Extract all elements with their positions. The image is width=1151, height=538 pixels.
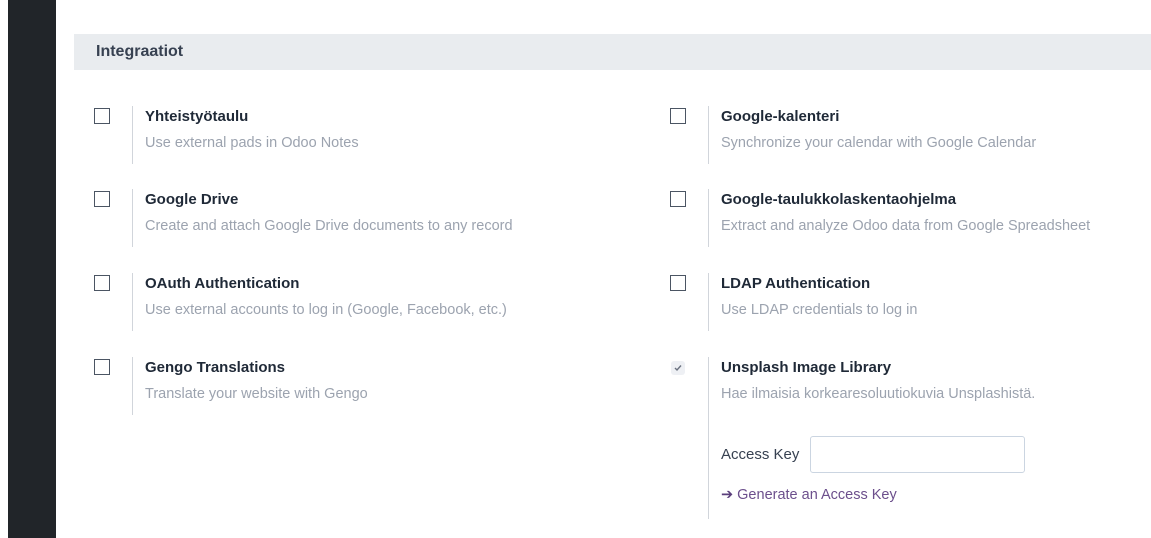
section-header: Integraatiot [74, 34, 1151, 70]
google-drive-checkbox[interactable] [94, 191, 110, 207]
checkmark-icon [674, 365, 682, 372]
setting-title: Unsplash Image Library [721, 359, 892, 376]
setting-divider [708, 357, 709, 519]
setting-description: Create and attach Google Drive documents… [145, 218, 513, 234]
setting-divider [708, 189, 709, 247]
yhteistyotaulu-checkbox[interactable] [94, 108, 110, 124]
generate-access-key-link[interactable]: ➔ Generate an Access Key [721, 487, 897, 503]
setting-title: Google-taulukkolaskentaohjelma [721, 191, 957, 208]
google-spreadsheet-checkbox[interactable] [670, 191, 686, 207]
setting-title: LDAP Authentication [721, 275, 871, 292]
setting-divider [132, 357, 133, 415]
setting-divider [132, 106, 133, 164]
setting-divider [708, 106, 709, 164]
ldap-checkbox[interactable] [670, 275, 686, 291]
setting-description: Translate your website with Gengo [145, 386, 368, 402]
setting-description: Use external pads in Odoo Notes [145, 135, 359, 151]
unsplash-checkbox[interactable] [671, 361, 685, 375]
setting-description: Synchronize your calendar with Google Ca… [721, 135, 1037, 151]
setting-title: OAuth Authentication [145, 275, 300, 292]
setting-title: Google-kalenteri [721, 108, 840, 125]
setting-description: Hae ilmaisia korkearesoluutiokuvia Unspl… [721, 386, 1036, 402]
access-key-input[interactable] [810, 436, 1025, 473]
gengo-checkbox[interactable] [94, 359, 110, 375]
generate-access-key-label: Generate an Access Key [737, 487, 897, 503]
setting-title: Google Drive [145, 191, 239, 208]
oauth-checkbox[interactable] [94, 275, 110, 291]
setting-divider [708, 273, 709, 331]
setting-title: Gengo Translations [145, 359, 286, 376]
setting-divider [132, 189, 133, 247]
setting-description: Use LDAP credentials to log in [721, 302, 918, 318]
left-sidebar [8, 0, 56, 538]
google-calendar-checkbox[interactable] [670, 108, 686, 124]
setting-divider [132, 273, 133, 331]
section-title: Integraatiot [96, 43, 184, 60]
setting-unsplash: Unsplash Image Library Hae ilmaisia kork… [670, 357, 1110, 522]
setting-title: Yhteistyötaulu [145, 108, 249, 125]
access-key-label: Access Key [721, 446, 800, 463]
setting-description: Extract and analyze Odoo data from Googl… [721, 218, 1091, 234]
arrow-right-icon: ➔ [721, 487, 734, 503]
setting-description: Use external accounts to log in (Google,… [145, 302, 507, 318]
